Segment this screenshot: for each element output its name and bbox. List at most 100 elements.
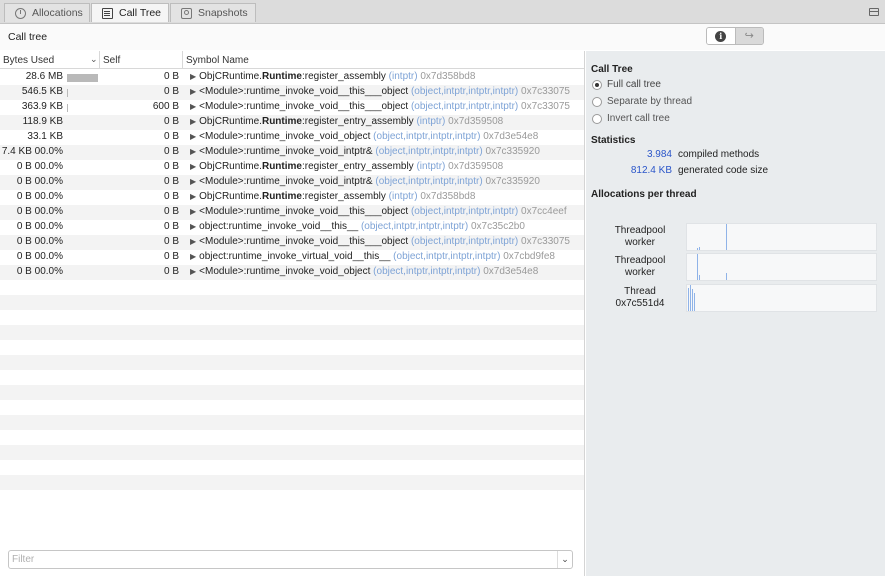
symbol-name-cell: ▶ object:runtime_invoke_void__this__ (obj… [190, 221, 525, 232]
disclosure-triangle-icon[interactable]: ▶ [190, 87, 196, 96]
sidebar-toggle-icon[interactable] [869, 8, 879, 16]
disclosure-triangle-icon[interactable]: ▶ [190, 192, 196, 201]
symbol-name-cell: ▶ <Module>:runtime_invoke_void__this___ob… [190, 86, 570, 97]
bytes-used-cell: 0 B 00.0% [16, 191, 63, 202]
tab-label: Snapshots [198, 7, 248, 19]
table-row[interactable]: 0 B 00.0% 0 B ▶ ObjCRuntime.Runtime:registe… [0, 190, 584, 205]
call-tree-icon [102, 7, 113, 19]
disclosure-triangle-icon[interactable]: ▶ [190, 117, 196, 126]
column-divider[interactable] [182, 51, 183, 69]
radio-full-call-tree[interactable]: Full call tree [592, 79, 661, 90]
stopwatch-icon [15, 7, 26, 19]
symbol-address: 0x7d359508 [448, 161, 504, 172]
symbol-prefix: <Module>:runtime_invoke_void_object [199, 131, 371, 142]
symbol-name-cell: ▶ ObjCRuntime.Runtime:register_assembly (… [190, 191, 475, 202]
disclosure-triangle-icon[interactable]: ▶ [190, 237, 196, 246]
disclosure-triangle-icon[interactable]: ▶ [190, 162, 196, 171]
table-row[interactable]: 0 B 00.0% 0 B ▶ <Module>:runtime_invoke_voi… [0, 235, 584, 250]
symbol-args: (intptr) [388, 191, 418, 202]
bytes-used-cell: 0 B 00.0% [16, 266, 63, 277]
call-tree-heading: Call Tree [591, 64, 633, 75]
radio-separate-by-thread[interactable]: Separate by thread [592, 96, 692, 107]
filter-input[interactable] [8, 550, 573, 569]
disclosure-triangle-icon[interactable]: ▶ [190, 252, 196, 261]
thread-allocation-graph [686, 284, 877, 312]
empty-row [0, 355, 584, 370]
allocation-spike [690, 285, 691, 311]
symbol-args: (object,intptr,intptr,intptr) [375, 146, 483, 157]
tab-snapshots[interactable]: Snapshots [170, 3, 256, 22]
disclosure-triangle-icon[interactable]: ▶ [190, 132, 196, 141]
thread-name: Threadpool worker [594, 255, 686, 279]
bytes-used-bar [67, 89, 68, 97]
disclosure-triangle-icon[interactable]: ▶ [190, 267, 196, 276]
table-row[interactable]: 7.4 KB 00.0% 0 B ▶ <Module>:runtime_invoke_… [0, 145, 584, 160]
symbol-address: 0x7cc4eef [521, 206, 567, 217]
disclosure-triangle-icon[interactable]: ▶ [190, 222, 196, 231]
tab-allocations[interactable]: Allocations [4, 3, 90, 22]
symbol-name-cell: ▶ <Module>:runtime_invoke_void_intptr& (o… [190, 176, 540, 187]
table-row[interactable]: 0 B 00.0% 0 B ▶ ObjCRuntime.Runtime:registe… [0, 160, 584, 175]
table-row[interactable]: 546.5 KB 0 B ▶ <Module>:runtime_invoke_void… [0, 85, 584, 100]
symbol-args: (object,intptr,intptr,intptr) [373, 131, 481, 142]
symbol-args: (object,intptr,intptr,intptr) [393, 251, 501, 262]
empty-row [0, 460, 584, 475]
disclosure-triangle-icon[interactable]: ▶ [190, 72, 196, 81]
disclosure-triangle-icon[interactable]: ▶ [190, 207, 196, 216]
table-row[interactable]: 0 B 00.0% 0 B ▶ <Module>:runtime_invoke_voi… [0, 205, 584, 220]
table-row[interactable]: 0 B 00.0% 0 B ▶ <Module>:runtime_invoke_voi… [0, 265, 584, 280]
sidebar-panel: Call Tree Full call tree Separate by thr… [586, 51, 885, 576]
empty-row [0, 475, 584, 490]
arrow-right-icon: ↪ [744, 29, 754, 42]
bytes-used-cell: 0 B 00.0% [16, 251, 63, 262]
tab-call-tree[interactable]: Call Tree [91, 3, 169, 22]
self-cell: 0 B [163, 221, 179, 232]
disclosure-triangle-icon[interactable]: ▶ [190, 147, 196, 156]
column-header-self[interactable]: Self [103, 55, 120, 66]
empty-row [0, 310, 584, 325]
symbol-args: (object,intptr,intptr,intptr) [375, 176, 483, 187]
info-button[interactable]: i [707, 28, 736, 44]
thread-allocation-row: Thread 0x7c551d4 [586, 284, 885, 312]
radio-invert-call-tree[interactable]: Invert call tree [592, 113, 670, 124]
self-cell: 0 B [163, 266, 179, 277]
symbol-prefix: object:runtime_invoke_void__this__ [199, 221, 359, 232]
symbol-name-cell: ▶ <Module>:runtime_invoke_void_intptr& (o… [190, 146, 540, 157]
filter-bar: ⌄ [0, 545, 584, 576]
symbol-name-cell: ▶ <Module>:runtime_invoke_void__this___ob… [190, 101, 570, 112]
stat-value: 3.984 [646, 149, 672, 160]
bytes-used-cell: 33.1 KB [27, 131, 63, 142]
self-cell: 0 B [163, 71, 179, 82]
table-row[interactable]: 0 B 00.0% 0 B ▶ object:runtime_invoke_void_… [0, 220, 584, 235]
navigate-button[interactable]: ↪ [735, 28, 763, 44]
disclosure-triangle-icon[interactable]: ▶ [190, 177, 196, 186]
symbol-address: 0x7c335920 [485, 176, 540, 187]
symbol-prefix: <Module>:runtime_invoke_void__this___obj… [199, 236, 409, 247]
symbol-args: (object,intptr,intptr,intptr) [410, 236, 519, 247]
table-row[interactable]: 0 B 00.0% 0 B ▶ <Module>:runtime_invoke_voi… [0, 175, 584, 190]
table-row[interactable]: 0 B 00.0% 0 B ▶ object:runtime_invoke_virtu… [0, 250, 584, 265]
table-row[interactable]: 28.6 MB 0 B ▶ ObjCRuntime.Runtime:register_… [0, 70, 584, 85]
table-row[interactable]: 33.1 KB 0 B ▶ <Module>:runtime_invoke_void_… [0, 130, 584, 145]
empty-row [0, 430, 584, 445]
thread-name-line: Threadpool [614, 225, 666, 236]
symbol-args: (object,intptr,intptr,intptr) [410, 206, 519, 217]
radio-button-icon [592, 113, 602, 124]
column-header-bytes-used[interactable]: Bytes Used [3, 55, 54, 66]
thread-name: Threadpool worker [594, 225, 686, 249]
column-header-symbol-name[interactable]: Symbol Name [186, 55, 249, 66]
chevron-down-icon[interactable]: ⌄ [90, 54, 98, 65]
thread-allocation-row: Threadpool worker [586, 223, 885, 251]
table-row[interactable]: 363.9 KB 600 B ▶ <Module>:runtime_invoke_vo… [0, 100, 584, 115]
symbol-address: 0x7c33075 [521, 86, 570, 97]
disclosure-triangle-icon[interactable]: ▶ [190, 102, 196, 111]
column-divider[interactable] [99, 51, 100, 69]
symbol-args: (object,intptr,intptr,intptr) [360, 221, 469, 232]
table-row[interactable]: 118.9 KB 0 B ▶ ObjCRuntime.Runtime:register… [0, 115, 584, 130]
thread-allocation-graph [686, 253, 877, 281]
symbol-prefix: <Module>:runtime_invoke_void_intptr& [199, 146, 373, 157]
stat-label: generated code size [678, 165, 769, 176]
symbol-name-cell: ▶ <Module>:runtime_invoke_void__this___ob… [190, 236, 570, 247]
filter-dropdown-chevron-icon[interactable]: ⌄ [557, 551, 572, 568]
symbol-address: 0x7cbd9fe8 [503, 251, 555, 262]
